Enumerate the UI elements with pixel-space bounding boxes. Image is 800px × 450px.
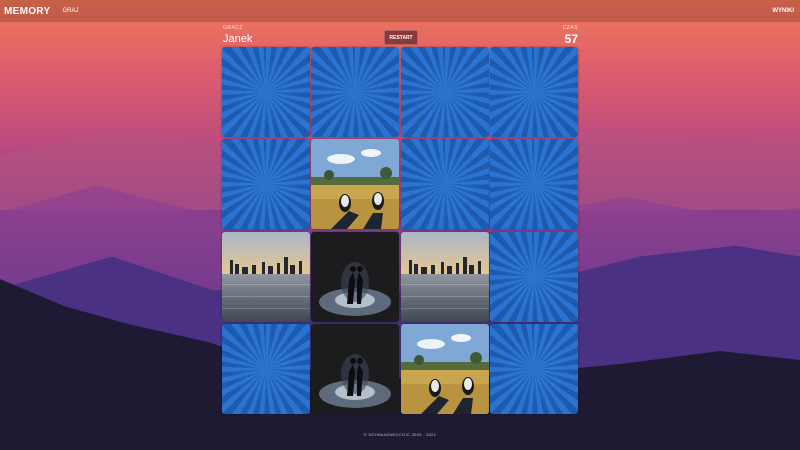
time-value: 57 [564, 32, 578, 46]
memory-card-facedown[interactable] [222, 47, 310, 137]
memory-card-couple-night[interactable] [311, 231, 400, 322]
memory-card-facedown[interactable] [489, 231, 578, 322]
memory-card-facedown[interactable] [489, 323, 578, 414]
memory-card-shoes-field[interactable] [400, 323, 489, 414]
player-name: Janek [223, 33, 253, 45]
nav-results-link[interactable]: WYNIKI [772, 8, 794, 14]
memory-card-city-skyline[interactable] [222, 231, 310, 322]
memory-card-facedown[interactable] [311, 47, 400, 137]
restart-button[interactable]: RESTART [384, 30, 418, 45]
brand-logo[interactable]: MEMORY [4, 6, 50, 17]
top-navbar: MEMORY GRAJ WYNIKI [0, 0, 800, 22]
memory-card-facedown[interactable] [222, 323, 310, 414]
memory-card-facedown[interactable] [489, 139, 578, 230]
memory-card-couple-night[interactable] [311, 323, 400, 414]
time-label: CZAS [562, 25, 578, 31]
footer-copyright: © SZYMANOWICCOIC 2020 - 2021 [363, 432, 437, 437]
memory-card-facedown[interactable] [400, 47, 489, 137]
memory-card-city-skyline[interactable] [400, 231, 489, 322]
nav-play-link[interactable]: GRAJ [62, 8, 78, 14]
memory-card-facedown[interactable] [489, 47, 578, 137]
memory-card-facedown[interactable] [222, 139, 310, 230]
memory-card-shoes-field[interactable] [311, 139, 400, 230]
player-label: GRACZ [223, 25, 243, 31]
memory-card-facedown[interactable] [400, 139, 489, 230]
memory-board [222, 47, 578, 414]
